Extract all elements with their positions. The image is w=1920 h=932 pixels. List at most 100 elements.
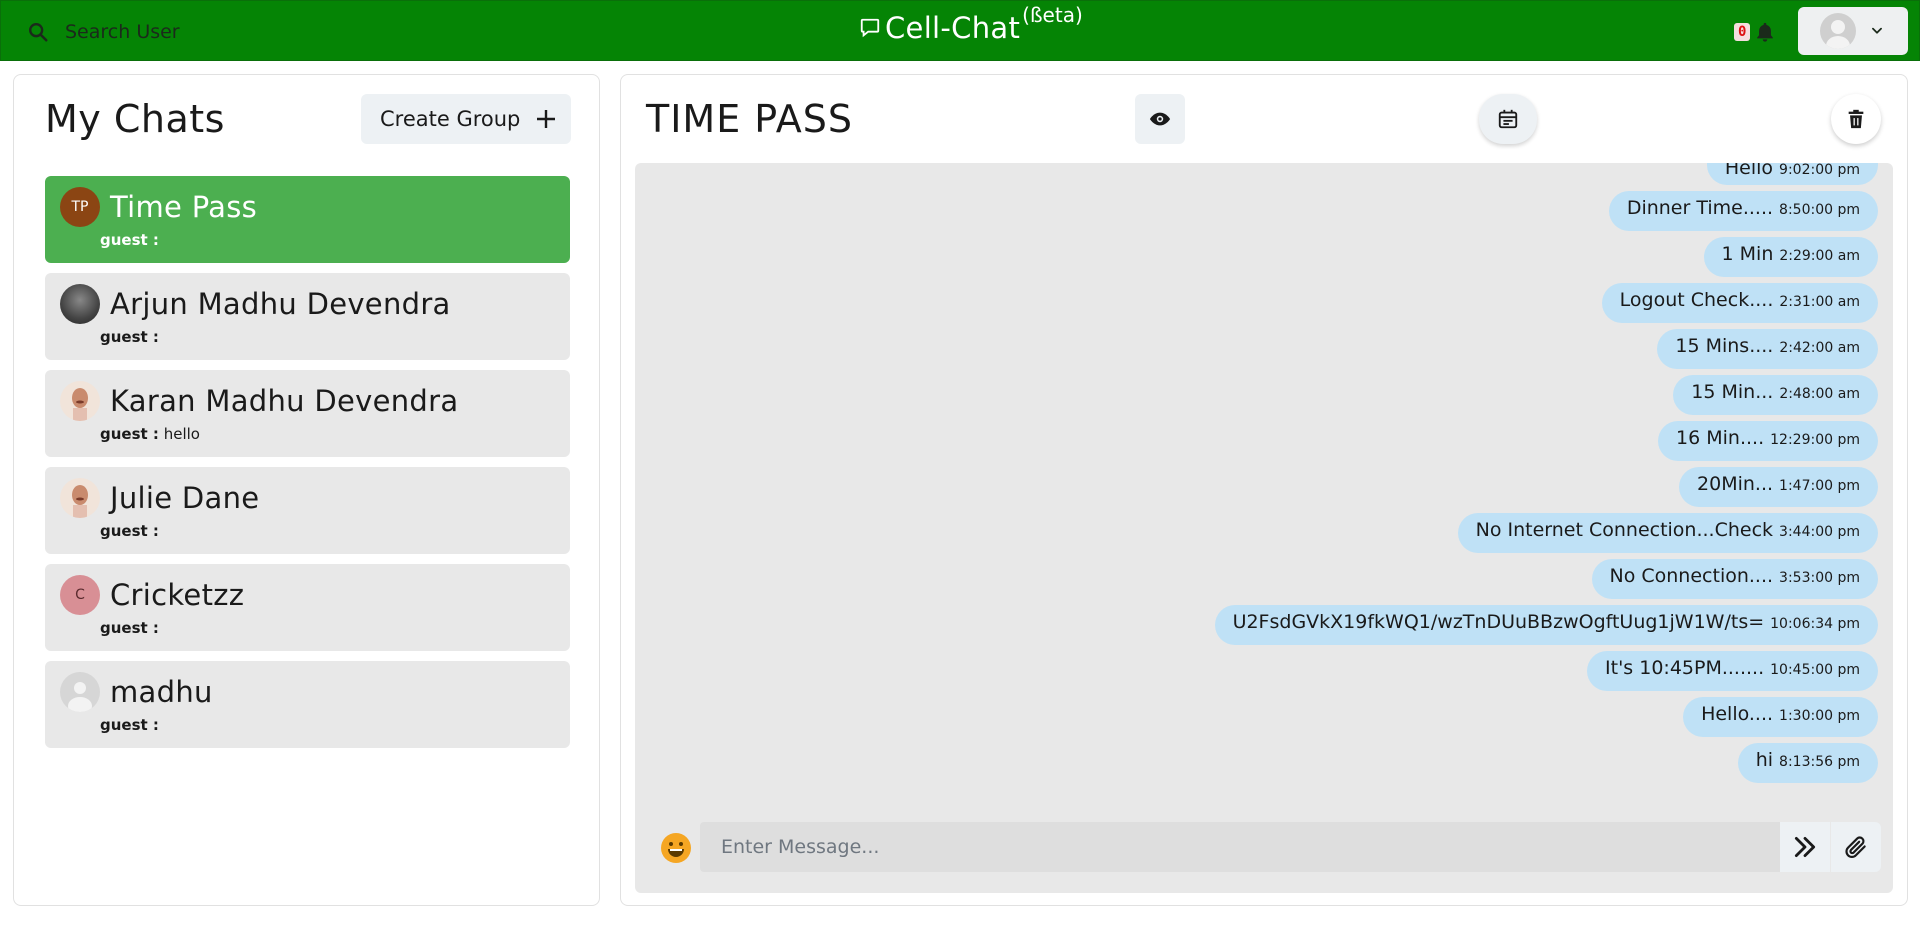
- message-text: No Connection....: [1609, 565, 1774, 587]
- message-time: 8:50:00 pm: [1779, 202, 1860, 218]
- message-text: Hello....: [1701, 703, 1774, 725]
- top-navbar: Search User Cell-Chat (ßeta) 0: [0, 0, 1920, 61]
- message-bubble: No Connection.... 3:53:00 pm: [1591, 559, 1878, 599]
- message-text: 20Min...: [1697, 473, 1774, 495]
- message-bubble: Hello 9:02:00 pm: [1706, 163, 1878, 185]
- chat-avatar: C: [60, 575, 100, 615]
- app-brand: Cell-Chat (ßeta): [859, 3, 1083, 45]
- message-text: Logout Check....: [1619, 289, 1774, 311]
- search-user-button[interactable]: Search User: [27, 15, 180, 48]
- message-bubble: Dinner Time..... 8:50:00 pm: [1608, 191, 1878, 231]
- message-bubble: hi 8:13:56 pm: [1737, 743, 1878, 783]
- message-list: Hello 9:02:00 pm Dinner Time..... 8:50:00 …: [1214, 163, 1878, 783]
- chat-latest-message: guest : hello: [100, 425, 200, 443]
- chat-name: Cricketzz: [110, 578, 245, 612]
- chat-bubble-icon: [860, 18, 880, 38]
- message-time: 1:47:00 pm: [1779, 478, 1860, 494]
- message-time: 1:30:00 pm: [1779, 708, 1860, 724]
- message-bubble: 15 Min... 2:48:00 am: [1673, 375, 1878, 415]
- paperclip-icon: [1845, 836, 1866, 858]
- chat-latest-message: guest :: [100, 231, 159, 249]
- chat-name: Julie Dane: [110, 481, 260, 515]
- message-text: It's 10:45PM.......: [1605, 657, 1765, 679]
- chat-sender: guest :: [100, 522, 159, 540]
- schedule-button[interactable]: [1479, 94, 1537, 144]
- message-text: 15 Mins....: [1675, 335, 1774, 357]
- chat-latest-message: guest :: [100, 522, 159, 540]
- chat-panel: TIME PASS Hello 9:02:00 pm Dinner Time...…: [620, 74, 1908, 906]
- message-bubble: Hello.... 1:30:00 pm: [1683, 697, 1878, 737]
- view-group-button[interactable]: [1135, 94, 1185, 144]
- message-time: 2:31:00 am: [1779, 294, 1860, 310]
- chat-item-madhu[interactable]: madhu guest :: [45, 661, 570, 748]
- chat-latest-message: guest :: [100, 328, 159, 346]
- my-chats-title: My Chats: [45, 97, 225, 141]
- create-group-button[interactable]: Create Group: [361, 94, 571, 144]
- chat-avatar: TP: [60, 187, 100, 227]
- search-icon: [29, 22, 48, 42]
- bell-icon: [1757, 22, 1774, 42]
- message-bubble: It's 10:45PM....... 10:45:00 pm: [1587, 651, 1878, 691]
- chat-sender: guest :: [100, 425, 159, 443]
- attach-file-button[interactable]: [1831, 822, 1881, 872]
- message-bubble: 1 Min 2:29:00 am: [1703, 237, 1878, 277]
- message-time: 2:42:00 am: [1779, 340, 1860, 356]
- create-group-label: Create Group: [380, 107, 521, 131]
- messages-area: Hello 9:02:00 pm Dinner Time..... 8:50:00 …: [635, 163, 1893, 893]
- message-text: Dinner Time.....: [1626, 197, 1774, 219]
- message-time: 3:53:00 pm: [1779, 570, 1860, 586]
- chat-item-arjun-madhu-devendra[interactable]: Arjun Madhu Devendra guest :: [45, 273, 570, 360]
- chat-sender: guest :: [100, 328, 159, 346]
- chat-name: Arjun Madhu Devendra: [110, 287, 451, 321]
- message-bubble: Logout Check.... 2:31:00 am: [1601, 283, 1878, 323]
- chat-latest-message: guest :: [100, 619, 159, 637]
- search-user-label: Search User: [65, 20, 180, 43]
- chat-message-preview: hello: [163, 425, 200, 443]
- notifications-button[interactable]: 0: [1734, 20, 1776, 44]
- message-text: Hello: [1724, 163, 1774, 179]
- message-time: 9:02:00 pm: [1779, 163, 1860, 178]
- chat-sender: guest :: [100, 619, 159, 637]
- notification-count-badge: 0: [1734, 23, 1751, 41]
- chat-list: TP Time Pass guest : Arjun Madhu Devendr…: [45, 176, 570, 758]
- chat-item-time-pass[interactable]: TP Time Pass guest :: [45, 176, 570, 263]
- chat-item-julie-dane[interactable]: Julie Dane guest :: [45, 467, 570, 554]
- app-beta-label: (ßeta): [1022, 3, 1083, 27]
- chat-name: Time Pass: [110, 190, 258, 224]
- message-time: 12:29:00 pm: [1770, 432, 1860, 448]
- calendar-icon: [1498, 109, 1518, 129]
- chat-title: TIME PASS: [646, 97, 854, 141]
- message-time: 2:48:00 am: [1779, 386, 1860, 402]
- message-text: 1 Min: [1721, 243, 1774, 265]
- plus-icon: [537, 110, 556, 128]
- chat-avatar: [60, 478, 100, 518]
- chat-avatar-initials: TP: [71, 199, 89, 215]
- my-chats-panel: My Chats Create Group TP Time Pass guest…: [13, 74, 600, 906]
- chat-avatar: [60, 381, 100, 421]
- message-bubble: No Internet Connection...Check 3:44:00 pm: [1457, 513, 1878, 553]
- trash-icon: [1848, 109, 1864, 129]
- message-text: hi: [1755, 749, 1774, 771]
- message-bubble: 15 Mins.... 2:42:00 am: [1657, 329, 1878, 369]
- chat-item-cricketzz[interactable]: C Cricketzz guest :: [45, 564, 570, 651]
- chat-avatar: [60, 284, 100, 324]
- message-input[interactable]: [700, 822, 1780, 872]
- chat-latest-message: guest :: [100, 716, 159, 734]
- message-text: U2FsdGVkX19fkWQ1/wzTnDUuBBzwOgftUug1jW1W…: [1232, 611, 1765, 633]
- message-bubble: 20Min... 1:47:00 pm: [1679, 467, 1878, 507]
- profile-menu-button[interactable]: [1798, 7, 1908, 55]
- message-time: 2:29:00 am: [1779, 248, 1860, 264]
- message-text: 16 Min....: [1676, 427, 1765, 449]
- chat-avatar-initials: C: [75, 587, 85, 603]
- message-time: 10:06:34 pm: [1770, 616, 1860, 632]
- chat-avatar: [60, 672, 100, 712]
- emoji-icon[interactable]: [660, 832, 692, 864]
- delete-chat-button[interactable]: [1831, 94, 1881, 144]
- message-time: 3:44:00 pm: [1779, 524, 1860, 540]
- message-text: No Internet Connection...Check: [1475, 519, 1774, 541]
- send-button[interactable]: [1780, 822, 1830, 872]
- message-text: 15 Min...: [1691, 381, 1774, 403]
- chat-sender: guest :: [100, 716, 159, 734]
- chat-item-karan-madhu-devendra[interactable]: Karan Madhu Devendra guest : hello: [45, 370, 570, 457]
- message-time: 8:13:56 pm: [1779, 754, 1860, 770]
